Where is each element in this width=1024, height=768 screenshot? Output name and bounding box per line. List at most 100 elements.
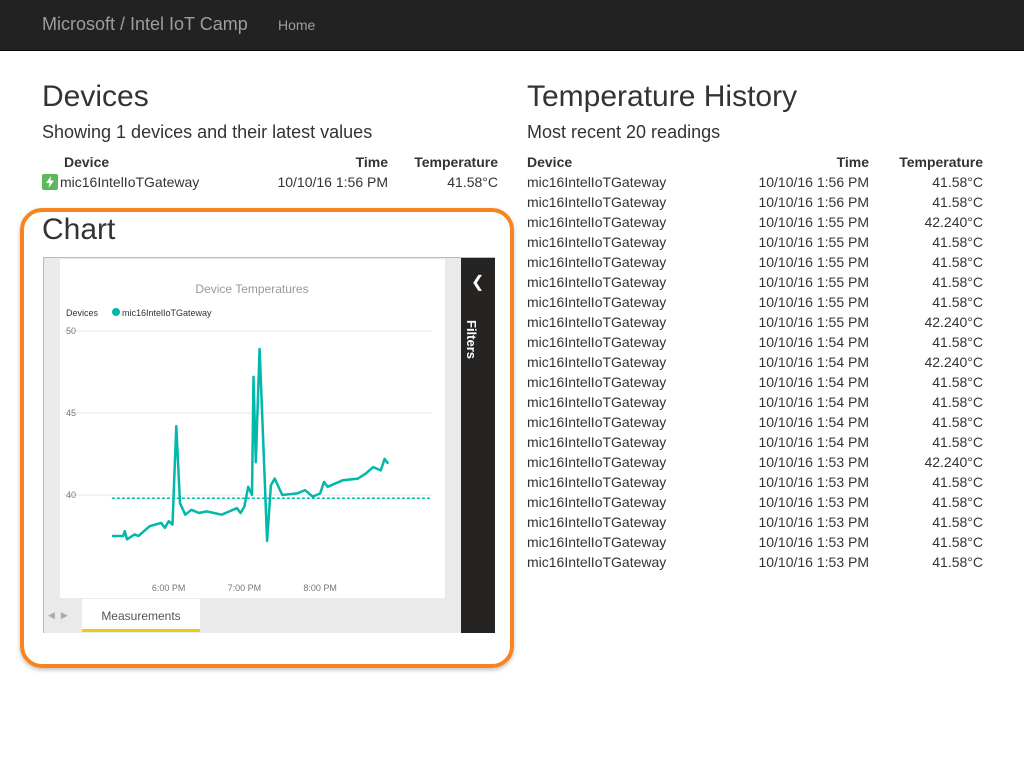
history-temperature: 42.240°C (924, 214, 983, 230)
history-time: 10/10/16 1:55 PM (758, 214, 869, 230)
history-temperature: 42.240°C (924, 314, 983, 330)
history-temperature: 42.240°C (924, 354, 983, 370)
history-device: mic16IntelIoTGateway (527, 194, 667, 210)
y-tick-label: 40 (66, 490, 76, 500)
history-temperature: 41.58°C (932, 474, 983, 490)
y-tick-label: 50 (66, 326, 76, 336)
column-header-device: Device (64, 154, 110, 170)
history-temperature: 42.240°C (924, 454, 983, 470)
history-device: mic16IntelIoTGateway (527, 174, 667, 190)
table-row[interactable]: mic16IntelIoTGateway 10/10/16 1:55 PM 41.5… (527, 292, 983, 312)
x-tick-label: 8:00 PM (303, 583, 337, 593)
history-device: mic16IntelIoTGateway (527, 254, 667, 270)
y-tick-label: 45 (66, 408, 76, 418)
tab-measurements[interactable]: Measurements (82, 599, 200, 632)
column-header-time: Time (836, 154, 869, 170)
table-row[interactable]: mic16IntelIoTGateway 10/10/16 1:56 PM 41.5… (527, 192, 983, 212)
history-device: mic16IntelIoTGateway (527, 474, 667, 490)
history-temperature: 41.58°C (932, 174, 983, 190)
table-row[interactable]: mic16IntelIoTGateway 10/10/16 1:54 PM 41.5… (527, 412, 983, 432)
table-row[interactable]: mic16IntelIoTGateway 10/10/16 1:53 PM 42.2… (527, 452, 983, 472)
history-temperature: 41.58°C (932, 554, 983, 570)
table-row[interactable]: mic16IntelIoTGateway 10/10/16 1:55 PM 42.2… (527, 312, 983, 332)
navbar: Microsoft / Intel IoT Camp Home (0, 0, 1024, 51)
history-device: mic16IntelIoTGateway (527, 394, 667, 410)
history-time: 10/10/16 1:55 PM (758, 314, 869, 330)
column-header-time: Time (355, 154, 388, 170)
tab-scroll-arrows-icon[interactable]: ◀▶ (48, 610, 74, 621)
history-time: 10/10/16 1:55 PM (758, 234, 869, 250)
devices-subtitle: Showing 1 devices and their latest value… (42, 122, 373, 142)
devices-title: Devices (42, 80, 149, 113)
history-time: 10/10/16 1:55 PM (758, 254, 869, 270)
table-row[interactable]: mic16IntelIoTGateway 10/10/16 1:54 PM 41.5… (527, 332, 983, 352)
legend-item: mic16IntelIoTGateway (122, 308, 212, 318)
history-temperature: 41.58°C (932, 494, 983, 510)
history-device: mic16IntelIoTGateway (527, 454, 667, 470)
history-time: 10/10/16 1:54 PM (758, 374, 869, 390)
history-title: Temperature History (527, 80, 798, 113)
table-row[interactable]: mic16IntelIoTGateway 10/10/16 1:54 PM 41.5… (527, 372, 983, 392)
history-device: mic16IntelIoTGateway (527, 294, 667, 310)
history-time: 10/10/16 1:53 PM (758, 494, 869, 510)
x-tick-label: 7:00 PM (228, 583, 262, 593)
legend-title: Devices (66, 308, 99, 318)
history-device: mic16IntelIoTGateway (527, 314, 667, 330)
history-time: 10/10/16 1:54 PM (758, 414, 869, 430)
table-header-row: Device Time Temperature (527, 152, 983, 172)
history-temperature: 41.58°C (932, 194, 983, 210)
history-device: mic16IntelIoTGateway (527, 534, 667, 550)
history-temperature: 41.58°C (932, 234, 983, 250)
history-temperature: 41.58°C (932, 374, 983, 390)
history-table: Device Time Temperature mic16IntelIoTGat… (527, 152, 983, 572)
history-temperature: 41.58°C (932, 534, 983, 550)
column-header-temperature: Temperature (899, 154, 983, 170)
device-temperature: 41.58°C (447, 174, 498, 190)
history-time: 10/10/16 1:53 PM (758, 554, 869, 570)
history-time: 10/10/16 1:53 PM (758, 534, 869, 550)
chevron-left-icon[interactable]: ❮ (471, 272, 484, 292)
table-row[interactable]: mic16IntelIoTGateway 10/10/16 1:53 PM 41.5… (527, 492, 983, 512)
history-device: mic16IntelIoTGateway (527, 334, 667, 350)
table-row[interactable]: mic16IntelIoTGateway 10/10/16 1:55 PM 41.5… (527, 272, 983, 292)
table-row[interactable]: mic16IntelIoTGateway 10/10/16 1:53 PM 41.5… (527, 512, 983, 532)
history-time: 10/10/16 1:54 PM (758, 434, 869, 450)
filters-pane[interactable]: ❮ Filters (461, 258, 495, 633)
nav-home-link[interactable]: Home (278, 17, 315, 33)
table-row[interactable]: mic16IntelIoTGateway 10/10/16 1:56 PM 41.5… (527, 172, 983, 192)
chart-title: Device Temperatures (195, 282, 308, 296)
device-row[interactable]: mic16IntelIoTGateway 10/10/16 1:56 PM 41… (42, 172, 498, 192)
table-row[interactable]: mic16IntelIoTGateway 10/10/16 1:55 PM 41.5… (527, 232, 983, 252)
series-line (111, 347, 390, 543)
history-temperature: 41.58°C (932, 254, 983, 270)
table-row[interactable]: mic16IntelIoTGateway 10/10/16 1:55 PM 41.5… (527, 252, 983, 272)
history-temperature: 41.58°C (932, 414, 983, 430)
history-temperature: 41.58°C (932, 334, 983, 350)
history-temperature: 41.58°C (932, 514, 983, 530)
column-header-temperature: Temperature (414, 154, 498, 170)
history-time: 10/10/16 1:54 PM (758, 394, 869, 410)
filters-label: Filters (464, 320, 479, 360)
table-row[interactable]: mic16IntelIoTGateway 10/10/16 1:53 PM 41.5… (527, 472, 983, 492)
history-temperature: 41.58°C (932, 434, 983, 450)
chart-title: Chart (42, 213, 116, 246)
table-row[interactable]: mic16IntelIoTGateway 10/10/16 1:55 PM 42.2… (527, 212, 983, 232)
history-device: mic16IntelIoTGateway (527, 434, 667, 450)
table-header-row: Device Time Temperature (42, 152, 498, 172)
table-row[interactable]: mic16IntelIoTGateway 10/10/16 1:54 PM 41.5… (527, 392, 983, 412)
history-time: 10/10/16 1:53 PM (758, 474, 869, 490)
history-time: 10/10/16 1:53 PM (758, 514, 869, 530)
history-time: 10/10/16 1:54 PM (758, 334, 869, 350)
table-row[interactable]: mic16IntelIoTGateway 10/10/16 1:54 PM 42.2… (527, 352, 983, 372)
table-row[interactable]: mic16IntelIoTGateway 10/10/16 1:53 PM 41.5… (527, 552, 983, 572)
devices-table: Device Time Temperature mic16IntelIoTGat… (42, 152, 498, 192)
table-row[interactable]: mic16IntelIoTGateway 10/10/16 1:53 PM 41.5… (527, 532, 983, 552)
history-device: mic16IntelIoTGateway (527, 234, 667, 250)
history-device: mic16IntelIoTGateway (527, 214, 667, 230)
history-temperature: 41.58°C (932, 274, 983, 290)
history-device: mic16IntelIoTGateway (527, 354, 667, 370)
navbar-brand[interactable]: Microsoft / Intel IoT Camp (42, 14, 248, 35)
device-temperatures-chart[interactable]: Device Temperatures Devices mic16IntelIoTG… (60, 259, 445, 598)
history-time: 10/10/16 1:56 PM (758, 194, 869, 210)
table-row[interactable]: mic16IntelIoTGateway 10/10/16 1:54 PM 41.5… (527, 432, 983, 452)
